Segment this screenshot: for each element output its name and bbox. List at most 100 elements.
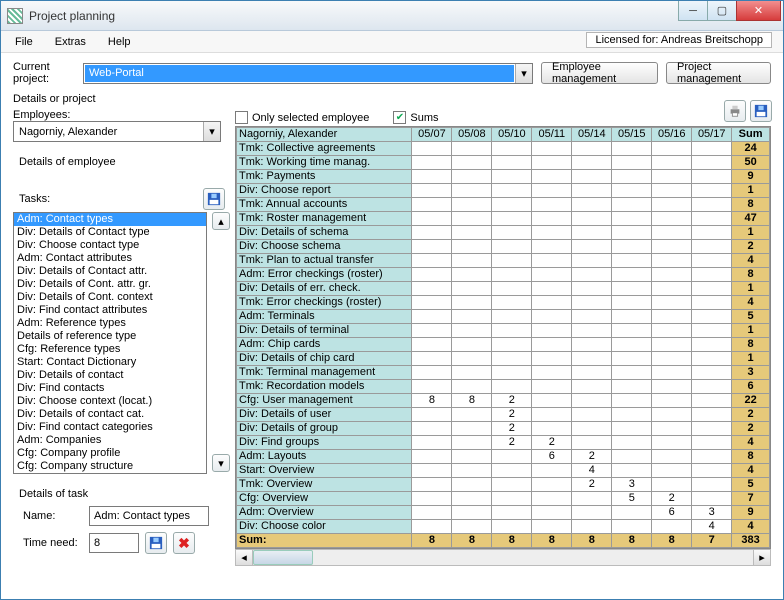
grid-header-date[interactable]: 05/08 — [452, 128, 492, 142]
grid-cell[interactable] — [452, 408, 492, 422]
sums-checkbox[interactable]: ✔ Sums — [393, 111, 438, 124]
grid-cell[interactable] — [692, 352, 732, 366]
list-item[interactable]: Cfg: Company structure — [14, 460, 206, 473]
grid-cell[interactable] — [652, 464, 692, 478]
grid-cell[interactable] — [492, 464, 532, 478]
grid-cell[interactable] — [412, 212, 452, 226]
grid-header-date[interactable]: 05/07 — [412, 128, 452, 142]
grid-cell[interactable] — [652, 240, 692, 254]
grid-cell[interactable] — [612, 184, 652, 198]
grid-cell[interactable] — [612, 408, 652, 422]
tasks-listbox[interactable]: Adm: Contact typesDiv: Details of Contac… — [13, 212, 207, 474]
grid-cell[interactable] — [452, 198, 492, 212]
move-down-button[interactable]: ▾ — [212, 454, 230, 472]
grid-cell[interactable] — [612, 282, 652, 296]
grid-cell[interactable]: 2 — [492, 394, 532, 408]
grid-header-date[interactable]: 05/15 — [612, 128, 652, 142]
grid-cell[interactable] — [652, 142, 692, 156]
grid-cell[interactable] — [612, 380, 652, 394]
grid-cell[interactable] — [412, 240, 452, 254]
menu-file[interactable]: File — [11, 34, 37, 50]
grid-cell[interactable] — [572, 324, 612, 338]
grid-cell[interactable] — [652, 184, 692, 198]
list-item[interactable]: Div: Choose contact type — [14, 239, 206, 252]
grid-cell[interactable] — [532, 408, 572, 422]
grid-cell[interactable] — [452, 380, 492, 394]
grid-header-sum[interactable]: Sum — [732, 128, 770, 142]
chevron-down-icon[interactable]: ▾ — [203, 122, 220, 141]
grid-cell[interactable] — [612, 198, 652, 212]
grid-cell[interactable] — [532, 212, 572, 226]
grid-cell[interactable] — [652, 310, 692, 324]
table-row[interactable]: Tmk: Payments9 — [237, 170, 770, 184]
grid-cell[interactable] — [452, 226, 492, 240]
grid-cell[interactable]: 8 — [452, 394, 492, 408]
grid-cell[interactable] — [612, 520, 652, 534]
grid-cell[interactable] — [412, 408, 452, 422]
grid-cell[interactable] — [692, 436, 732, 450]
grid-cell[interactable] — [532, 296, 572, 310]
task-name-field[interactable]: Adm: Contact types — [89, 506, 209, 526]
grid-cell[interactable]: 2 — [492, 408, 532, 422]
table-row[interactable]: Adm: Chip cards8 — [237, 338, 770, 352]
list-item[interactable]: Div: Details of contact — [14, 369, 206, 382]
grid-cell[interactable] — [612, 324, 652, 338]
table-row[interactable]: Tmk: Collective agreements24 — [237, 142, 770, 156]
table-row[interactable]: Tmk: Terminal management3 — [237, 366, 770, 380]
grid-cell[interactable] — [652, 436, 692, 450]
list-item[interactable]: Div: Find contact attributes — [14, 304, 206, 317]
grid-cell[interactable] — [692, 394, 732, 408]
grid-cell[interactable] — [572, 492, 612, 506]
grid-cell[interactable] — [612, 296, 652, 310]
grid-cell[interactable] — [692, 450, 732, 464]
grid-cell[interactable] — [652, 338, 692, 352]
grid-cell[interactable] — [572, 296, 612, 310]
grid-cell[interactable] — [652, 296, 692, 310]
grid-cell[interactable]: 8 — [412, 394, 452, 408]
grid-cell[interactable] — [572, 310, 612, 324]
grid-cell[interactable] — [612, 366, 652, 380]
grid-cell[interactable] — [572, 422, 612, 436]
grid-cell[interactable] — [692, 492, 732, 506]
grid-cell[interactable] — [412, 296, 452, 310]
grid-cell[interactable] — [492, 254, 532, 268]
save-tasks-button[interactable] — [203, 188, 225, 210]
time-need-field[interactable]: 8 — [89, 533, 139, 553]
list-item[interactable]: Div: Details of Contact attr. — [14, 265, 206, 278]
list-item[interactable]: Adm: Companies — [14, 434, 206, 447]
grid-cell[interactable] — [412, 380, 452, 394]
grid-cell[interactable] — [492, 478, 532, 492]
grid-cell[interactable] — [412, 422, 452, 436]
table-row[interactable]: Tmk: Roster management47 — [237, 212, 770, 226]
current-project-combo[interactable]: Web-Portal ▾ — [83, 63, 533, 84]
grid-cell[interactable]: 2 — [652, 492, 692, 506]
grid-cell[interactable] — [652, 520, 692, 534]
grid-cell[interactable]: 6 — [652, 506, 692, 520]
grid-cell[interactable] — [692, 226, 732, 240]
grid-cell[interactable] — [612, 436, 652, 450]
table-row[interactable]: Adm: Layouts628 — [237, 450, 770, 464]
list-item[interactable]: Cfg: Company profile — [14, 447, 206, 460]
grid-cell[interactable] — [612, 422, 652, 436]
grid-cell[interactable] — [572, 184, 612, 198]
grid-cell[interactable] — [492, 282, 532, 296]
grid-cell[interactable] — [492, 520, 532, 534]
grid-cell[interactable] — [692, 156, 732, 170]
grid-cell[interactable] — [532, 324, 572, 338]
save-task-button[interactable] — [145, 532, 167, 554]
list-item[interactable]: Start: Contact Dictionary — [14, 356, 206, 369]
grid-cell[interactable] — [532, 506, 572, 520]
grid-cell[interactable] — [532, 142, 572, 156]
list-item[interactable]: Div: Choose context (locat.) — [14, 395, 206, 408]
grid-cell[interactable] — [492, 338, 532, 352]
grid-cell[interactable] — [532, 198, 572, 212]
grid-cell[interactable] — [652, 282, 692, 296]
grid-cell[interactable]: 6 — [532, 450, 572, 464]
grid-cell[interactable] — [452, 436, 492, 450]
grid-cell[interactable] — [612, 226, 652, 240]
grid-cell[interactable] — [532, 394, 572, 408]
grid-cell[interactable] — [652, 324, 692, 338]
menu-extras[interactable]: Extras — [51, 34, 90, 50]
grid-cell[interactable] — [492, 226, 532, 240]
grid-cell[interactable] — [572, 520, 612, 534]
